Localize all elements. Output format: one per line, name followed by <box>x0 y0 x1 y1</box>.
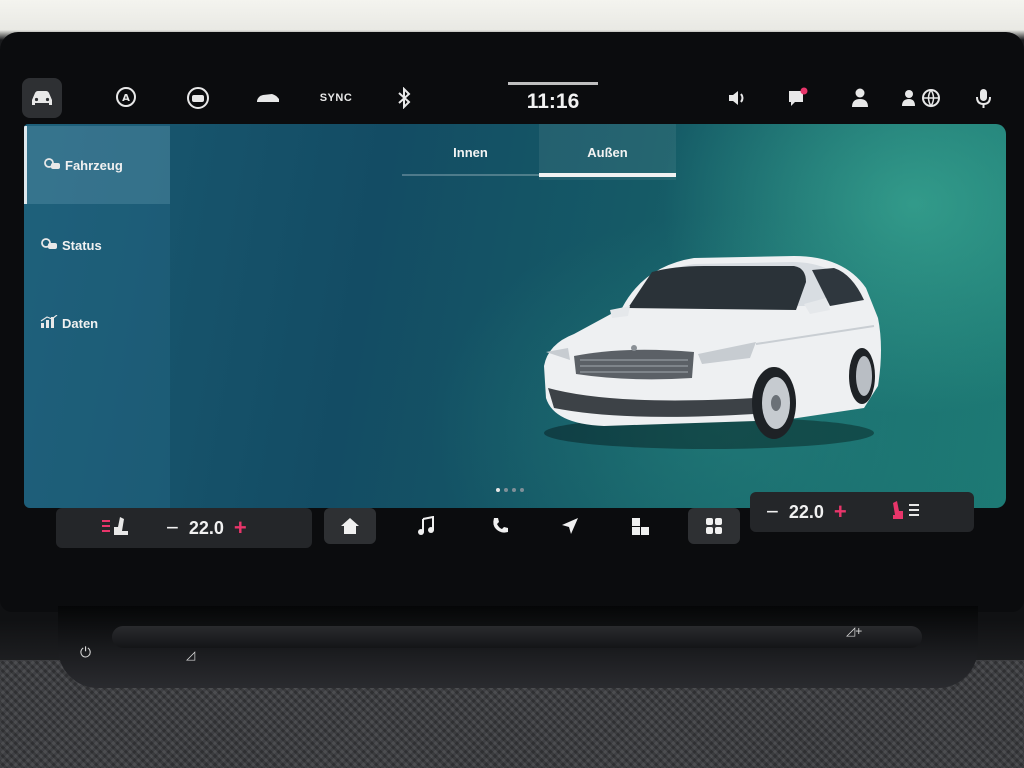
seat-heating-right-icon[interactable] <box>891 499 921 526</box>
apps-icon <box>632 518 649 535</box>
auto-hold-icon[interactable]: A <box>106 78 146 118</box>
temp-left-value: 22.0 <box>188 517 224 538</box>
sync-label: SYNC <box>319 92 353 104</box>
navigation-button[interactable] <box>544 508 596 544</box>
temp-left-plus-button[interactable]: + <box>234 515 247 541</box>
seat-heating-left-icon[interactable] <box>100 515 130 542</box>
tab-label: Außen <box>587 144 628 160</box>
temp-right-value: 22.0 <box>788 501 824 522</box>
page-indicator <box>496 488 524 492</box>
sidebar-item-label: Status <box>62 237 102 253</box>
tab-innen[interactable]: Innen <box>402 124 539 180</box>
trim-slider-bar[interactable] <box>112 626 922 648</box>
sidebar-item-label: Fahrzeug <box>65 157 123 173</box>
car-exterior-image[interactable] <box>534 248 884 463</box>
phone-icon <box>493 518 508 533</box>
music-button[interactable] <box>400 508 452 544</box>
tab-label: Innen <box>453 144 488 160</box>
page-dot[interactable] <box>496 488 500 492</box>
temp-left-minus-button[interactable]: − <box>166 515 179 541</box>
volume-down-icon[interactable]: ◿ <box>186 648 195 662</box>
sync-button[interactable]: SYNC <box>316 78 356 118</box>
connected-services-icon[interactable] <box>896 78 946 118</box>
phone-button[interactable] <box>474 508 526 544</box>
speaker-icon[interactable] <box>718 78 758 118</box>
menu-grid-button[interactable] <box>688 508 740 544</box>
view-tabs: Innen Außen <box>402 124 676 180</box>
car-icon[interactable] <box>22 78 62 118</box>
tab-active-indicator <box>539 173 676 177</box>
status-icon <box>40 237 62 254</box>
bluetooth-icon[interactable] <box>384 78 424 118</box>
climate-left: − 22.0 + <box>56 508 312 548</box>
vehicle-icon <box>43 157 65 174</box>
tab-aussen[interactable]: Außen <box>539 124 676 180</box>
temp-right-plus-button[interactable]: + <box>834 499 847 525</box>
page-dot[interactable] <box>512 488 516 492</box>
sidebar-item-label: Daten <box>62 315 99 331</box>
data-icon <box>40 314 62 332</box>
sidebar: Fahrzeug Status Daten <box>24 124 170 508</box>
car-side-icon[interactable] <box>248 78 288 118</box>
sidebar-item-fahrzeug[interactable]: Fahrzeug <box>24 126 170 204</box>
driver-assist-icon[interactable] <box>178 78 218 118</box>
climate-right: − 22.0 + <box>750 492 974 532</box>
page-dot[interactable] <box>504 488 508 492</box>
svg-text:A: A <box>122 93 130 104</box>
home-icon <box>341 518 359 534</box>
status-bar: A SYNC 11:16 <box>22 78 1012 124</box>
apps-button[interactable] <box>614 508 666 544</box>
navigation-icon <box>562 518 578 534</box>
voice-assistant-icon[interactable] <box>964 78 1004 118</box>
volume-up-icon[interactable]: ◿+ <box>846 624 862 638</box>
page-dot[interactable] <box>520 488 524 492</box>
sidebar-item-daten[interactable]: Daten <box>24 284 170 362</box>
temp-right-minus-button[interactable]: − <box>766 499 779 525</box>
power-icon[interactable]: ⏻ <box>80 644 91 661</box>
sidebar-item-status[interactable]: Status <box>24 206 170 284</box>
main-screen: Fahrzeug Status Daten Innen Außen <box>24 124 1006 508</box>
bottom-dock: − 22.0 + − 22.0 + <box>56 492 974 550</box>
menu-grid-icon <box>706 518 722 534</box>
music-icon <box>418 516 434 535</box>
notification-icon[interactable] <box>778 78 818 118</box>
user-icon[interactable] <box>840 78 880 118</box>
home-button[interactable] <box>324 508 376 544</box>
clock: 11:16 <box>508 82 598 118</box>
